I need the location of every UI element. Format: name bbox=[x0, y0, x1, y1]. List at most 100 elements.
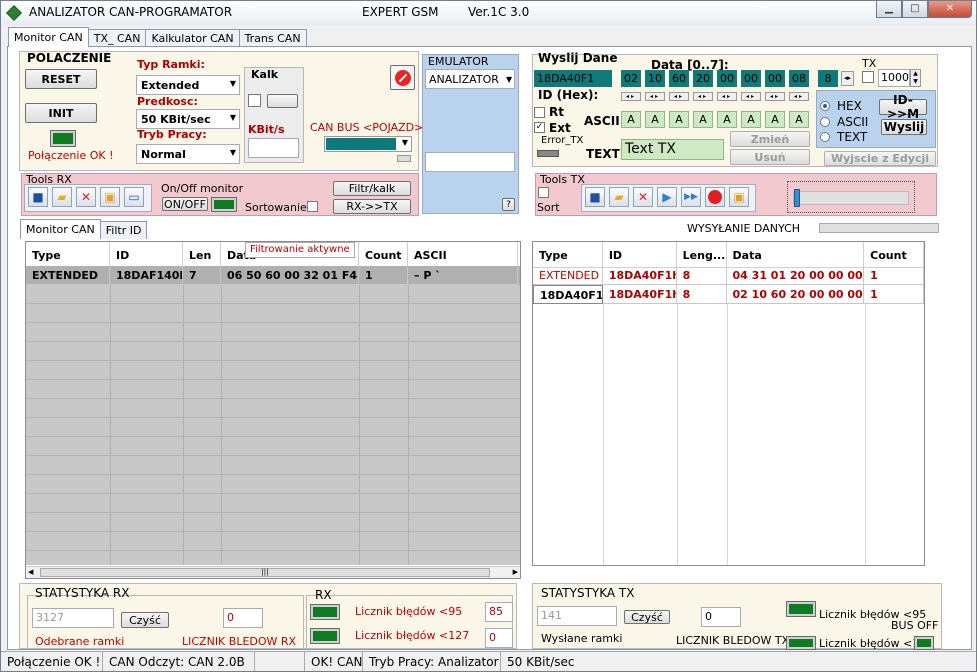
tx-col-type[interactable]: Type bbox=[533, 242, 603, 267]
exit-edit-button[interactable]: Wyjscie z Edycji bbox=[824, 151, 936, 166]
monitor-rx-button[interactable]: ▭ bbox=[124, 187, 144, 207]
tx-col-len[interactable]: Leng... bbox=[677, 242, 727, 267]
onoff-button[interactable]: ON/OFF bbox=[162, 197, 208, 211]
ascii-radio[interactable] bbox=[820, 117, 830, 127]
ext-checkbox[interactable]: ✓ bbox=[534, 122, 545, 133]
delete-rx-button[interactable]: ✕ bbox=[76, 187, 96, 207]
rx-col-id[interactable]: ID bbox=[110, 242, 183, 267]
tab-trans-can[interactable]: Trans CAN bbox=[238, 29, 307, 47]
byte-spin-6[interactable]: ◂▸ bbox=[765, 92, 785, 101]
data-byte-4[interactable]: 00 bbox=[717, 70, 737, 87]
tx-clear-button[interactable]: Czyść bbox=[624, 610, 670, 624]
rx-to-tx-button[interactable]: RX->>TX bbox=[333, 199, 411, 214]
zmien-button[interactable]: Zmień bbox=[730, 131, 810, 147]
tx-col-id[interactable]: ID bbox=[603, 242, 677, 267]
dlc-input[interactable]: 8 bbox=[818, 70, 838, 87]
rx-col-len[interactable]: Len bbox=[183, 242, 221, 267]
data-byte-0[interactable]: 02 bbox=[621, 70, 641, 87]
usun-button[interactable]: Usuń bbox=[730, 149, 810, 165]
stop-tx-button[interactable] bbox=[705, 187, 725, 207]
tx-cell-type-editor[interactable]: 18DA40F1 bbox=[533, 285, 603, 304]
emulator-select[interactable]: ANALIZATOR bbox=[425, 69, 515, 89]
id-to-m-button[interactable]: ID->>M bbox=[879, 93, 927, 121]
tab-rx-monitor[interactable]: Monitor CAN bbox=[20, 219, 101, 239]
save-rx-button[interactable]: ■ bbox=[28, 187, 48, 207]
filtr-kalk-button[interactable]: Filtr/kalk bbox=[333, 181, 411, 196]
mode-select[interactable]: Normal bbox=[136, 144, 240, 164]
kalk-button[interactable] bbox=[267, 94, 298, 108]
tab-filtr-id[interactable]: Filtr ID bbox=[99, 221, 148, 239]
emulator-input[interactable] bbox=[425, 152, 515, 172]
tx-col-count[interactable]: Count bbox=[864, 242, 924, 267]
table-row[interactable]: EXTENDED 18DAF140h 7 06 50 60 00 32 01 F… bbox=[26, 266, 520, 285]
byte-spin-5[interactable]: ◂▸ bbox=[741, 92, 761, 101]
reset-button[interactable]: RESET bbox=[25, 69, 97, 89]
text-radio[interactable] bbox=[820, 132, 830, 142]
clipboard-tx-button[interactable]: ▣ bbox=[729, 187, 749, 207]
rx-clear-button[interactable]: Czyść bbox=[121, 612, 169, 628]
ascii-cell-0[interactable]: A bbox=[621, 111, 641, 128]
ascii-cell-7[interactable]: A bbox=[789, 111, 809, 128]
table-row[interactable]: EXTENDED 18DA40F1h 8 04 31 01 20 00 00 0… bbox=[533, 266, 924, 285]
kbit-input[interactable] bbox=[248, 138, 299, 158]
maximize-button[interactable]: □ bbox=[902, 1, 928, 18]
rx-frames-counter: 3127 bbox=[32, 608, 114, 628]
byte-spin-0[interactable]: ◂▸ bbox=[621, 92, 641, 101]
byte-spin-1[interactable]: ◂▸ bbox=[645, 92, 665, 101]
speed-select[interactable]: 50 KBit/sec bbox=[136, 109, 240, 129]
ascii-cell-1[interactable]: A bbox=[645, 111, 665, 128]
close-button[interactable]: ✕ bbox=[928, 1, 972, 18]
ascii-cell-3[interactable]: A bbox=[693, 111, 713, 128]
open-tx-button[interactable]: ▰ bbox=[609, 187, 629, 207]
help-button[interactable]: ? bbox=[502, 198, 515, 211]
rx-col-count[interactable]: Count bbox=[359, 242, 408, 267]
byte-spin-4[interactable]: ◂▸ bbox=[717, 92, 737, 101]
send-id-input[interactable]: 18DA40F1 bbox=[534, 70, 612, 87]
ascii-cell-5[interactable]: A bbox=[741, 111, 761, 128]
sort-checkbox[interactable] bbox=[307, 201, 318, 212]
delete-tx-button[interactable]: ✕ bbox=[633, 187, 653, 207]
tx-checkbox[interactable] bbox=[862, 71, 874, 83]
data-byte-7[interactable]: 08 bbox=[789, 70, 809, 87]
tx-sort-checkbox[interactable] bbox=[538, 187, 549, 198]
text-tx-input[interactable]: Text TX bbox=[621, 139, 724, 160]
play-tx-button[interactable]: ▶ bbox=[657, 187, 677, 207]
tab-tx-can[interactable]: TX_ CAN bbox=[87, 29, 147, 47]
open-rx-button[interactable]: ▰ bbox=[52, 187, 72, 207]
ascii-cell-2[interactable]: A bbox=[669, 111, 689, 128]
rt-checkbox[interactable] bbox=[534, 107, 545, 118]
clipboard-rx-button[interactable]: ▣ bbox=[100, 187, 120, 207]
stop-button[interactable] bbox=[390, 65, 415, 90]
save-tx-button[interactable]: ■ bbox=[585, 187, 605, 207]
wyslij-button[interactable]: Wyslij bbox=[881, 119, 927, 135]
tx-slider-thumb[interactable] bbox=[794, 189, 800, 207]
data-byte-2[interactable]: 60 bbox=[669, 70, 689, 87]
tx-slider[interactable] bbox=[793, 191, 909, 205]
tx-col-data[interactable]: Data bbox=[727, 242, 865, 267]
ascii-cell-6[interactable]: A bbox=[765, 111, 785, 128]
ascii-cell-4[interactable]: A bbox=[717, 111, 737, 128]
byte-spin-3[interactable]: ◂▸ bbox=[693, 92, 713, 101]
byte-spin-2[interactable]: ◂▸ bbox=[669, 92, 689, 101]
dlc-spinner[interactable]: ◂▸ bbox=[841, 71, 854, 86]
rx-hscrollbar[interactable]: ◀ ||| ▶ bbox=[26, 566, 520, 578]
data-byte-1[interactable]: 10 bbox=[645, 70, 665, 87]
canbus-select[interactable]: ▼ bbox=[324, 136, 412, 152]
data-byte-3[interactable]: 20 bbox=[693, 70, 713, 87]
hex-radio[interactable] bbox=[820, 101, 830, 111]
data-byte-6[interactable]: 00 bbox=[765, 70, 785, 87]
minimize-button[interactable]: ▁ bbox=[876, 1, 902, 18]
data-byte-5[interactable]: 00 bbox=[741, 70, 761, 87]
frame-type-select[interactable]: Extended bbox=[136, 75, 240, 95]
rx-col-type[interactable]: Type bbox=[26, 242, 110, 267]
tx-interval-input[interactable]: 1000 bbox=[878, 69, 910, 87]
byte-spin-7[interactable]: ◂▸ bbox=[789, 92, 809, 101]
tab-monitor-can[interactable]: Monitor CAN bbox=[8, 27, 89, 47]
fast-forward-tx-button[interactable]: ▶▶ bbox=[681, 187, 701, 207]
interval-spinner[interactable]: ▲ ▼ bbox=[910, 69, 921, 87]
rx-col-ascii[interactable]: ASCII bbox=[408, 242, 518, 267]
init-button[interactable]: INIT bbox=[25, 103, 97, 123]
table-row[interactable]: 18DA40F1 18DA40F1h 8 02 10 60 20 00 00 0… bbox=[533, 285, 924, 304]
kalk-checkbox[interactable] bbox=[248, 94, 261, 107]
tab-kalkulator-can[interactable]: Kalkulator CAN bbox=[145, 29, 240, 47]
